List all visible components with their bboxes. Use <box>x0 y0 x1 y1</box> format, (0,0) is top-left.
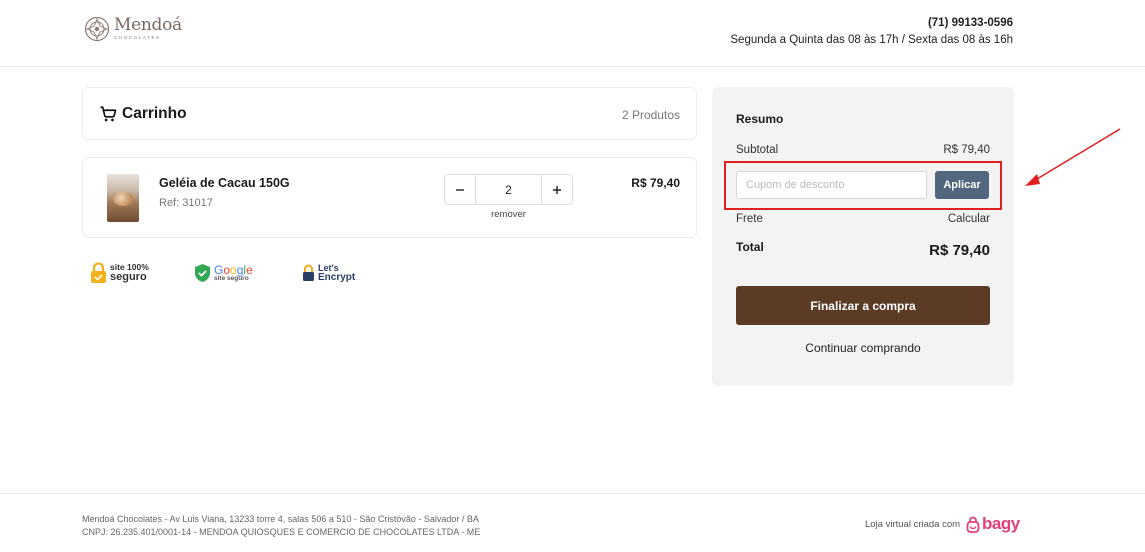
site-footer: Mendoá Chocolates - Av Luis Viana, 13233… <box>0 493 1145 552</box>
calculate-shipping-link[interactable]: Calcular <box>948 213 990 225</box>
total-label: Total <box>736 240 764 254</box>
coupon-highlight-box <box>724 161 1002 210</box>
annotation-arrow-icon <box>1025 128 1121 186</box>
product-thumbnail[interactable] <box>107 174 139 222</box>
checkout-button[interactable]: Finalizar a compra <box>736 286 990 325</box>
product-ref: Ref: 31017 <box>159 197 213 209</box>
seal-site-seguro: site 100% seguro <box>90 262 152 284</box>
total-row: Total R$ 79,40 <box>736 240 990 259</box>
remove-item-link[interactable]: remover <box>444 209 573 220</box>
phone-number: (71) 99133-0596 <box>927 17 1013 29</box>
footer-address-block: Mendoá Chocolates - Av Luis Viana, 13233… <box>82 513 480 538</box>
opening-hours: Segunda a Quinta das 08 às 17h / Sexta d… <box>730 34 1013 46</box>
site-header: Mendoá CHOCOLATES (71) 99133-0596 Segund… <box>0 0 1145 67</box>
increase-quantity-button[interactable] <box>542 175 572 204</box>
seal-1-line2: seguro <box>110 270 147 283</box>
padlock-icon <box>91 262 106 283</box>
continue-shopping-link[interactable]: Continuar comprando <box>736 341 990 355</box>
cart-product-count: 2 Produtos <box>621 108 680 122</box>
product-price: R$ 79,40 <box>631 176 680 190</box>
decrease-quantity-button[interactable] <box>445 175 475 204</box>
seal-lets-encrypt: Let's Encrypt <box>302 263 356 283</box>
store-logo[interactable]: Mendoá CHOCOLATES <box>84 16 182 42</box>
shopping-cart-icon <box>100 106 117 122</box>
shipping-label: Frete <box>736 213 763 225</box>
made-with-text: Loja virtual criada com <box>865 518 961 530</box>
bag-icon <box>966 516 980 533</box>
bagy-text: bagy <box>982 514 1020 533</box>
total-value: R$ 79,40 <box>929 242 990 259</box>
product-name[interactable]: Geléia de Cacau 150G <box>159 176 290 190</box>
subtotal-row: Subtotal R$ 79,40 <box>736 144 990 156</box>
seal-2-line2: site seguro <box>214 274 249 282</box>
security-seals: site 100% seguro Google site seguro Let'… <box>90 262 355 284</box>
subtotal-value: R$ 79,40 <box>943 144 990 156</box>
quantity-stepper: 2 <box>444 174 573 205</box>
cart-title: Carrinho <box>122 105 187 122</box>
footer-address: Mendoá Chocolates - Av Luis Viana, 13233… <box>82 514 479 524</box>
seal-google-safe: Google site seguro <box>194 263 256 283</box>
cart-item: Geléia de Cacau 150G Ref: 31017 2 remove… <box>82 157 697 238</box>
quantity-input[interactable]: 2 <box>475 175 542 204</box>
footer-company: CNPJ: 26.235.401/0001-14 - MENDOA QUIOSQ… <box>82 526 481 537</box>
contact-info: (71) 99133-0596 Segunda a Quinta das 08 … <box>730 17 1013 46</box>
cart-header: Carrinho 2 Produtos <box>82 87 697 140</box>
lock-icon <box>303 264 314 281</box>
logo-mandala-icon <box>84 16 110 42</box>
platform-credit[interactable]: Loja virtual criada com bagy <box>865 514 1020 534</box>
summary-title: Resumo <box>736 112 784 126</box>
shield-icon <box>195 264 210 282</box>
logo-name: Mendoá <box>114 15 182 36</box>
minus-icon <box>456 188 464 191</box>
seal-3-line2: Encrypt <box>318 271 356 283</box>
seal-2-line1: Google <box>214 262 253 277</box>
shipping-row: Frete Calcular <box>736 213 990 225</box>
order-summary: Resumo Subtotal R$ 79,40 Cupom de descon… <box>712 87 1014 386</box>
bagy-logo: bagy <box>966 514 1020 534</box>
logo-subtitle: CHOCOLATES <box>114 35 161 41</box>
plus-icon <box>553 185 561 194</box>
subtotal-label: Subtotal <box>736 144 779 156</box>
